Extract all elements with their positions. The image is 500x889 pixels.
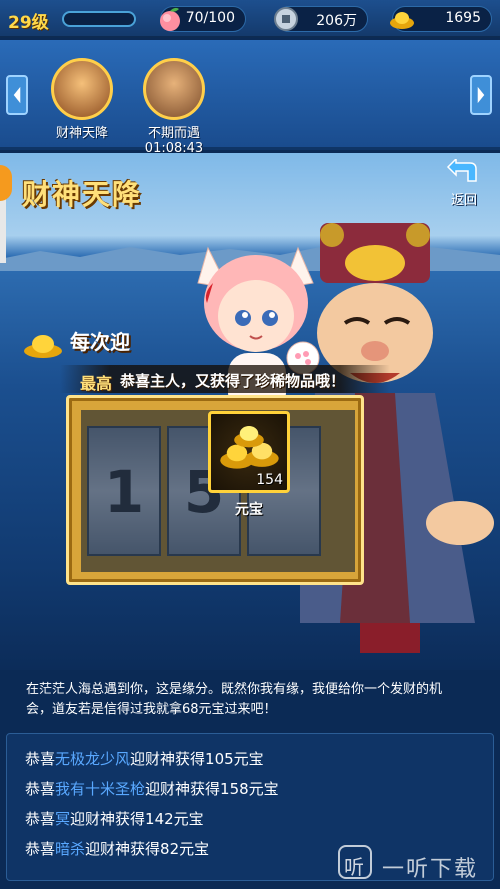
- event-strip: 财神天降 不期而遇 01:08:43: [0, 40, 500, 156]
- watermark: 听 一听下载: [338, 845, 498, 885]
- peach-icon: [160, 7, 180, 31]
- player-name: 无极龙少风: [55, 750, 131, 768]
- stamina-counter[interactable]: 70/100: [160, 6, 246, 32]
- event-tab-encounter[interactable]: 不期而遇 01:08:43: [132, 58, 216, 156]
- list-item: 恭喜冥迎财神获得142元宝: [25, 810, 204, 828]
- reward-name: 元宝: [235, 502, 263, 518]
- list-item: 恭喜暗杀迎财神获得82元宝: [25, 840, 210, 858]
- event-description-panel: 在茫茫人海总遇到你，这是缘分。既然你我有缘，我便给你一个发财的机会，道友若是信得…: [0, 670, 500, 730]
- list-item: 恭喜我有十米圣枪迎财神获得158元宝: [25, 780, 279, 798]
- player-name: 冥: [55, 810, 71, 828]
- encounter-avatar: [143, 58, 205, 120]
- gold-counter[interactable]: 1695: [390, 6, 492, 32]
- reward-item[interactable]: 154: [208, 411, 290, 493]
- chevron-right-icon: [477, 86, 485, 104]
- scroll-right-button[interactable]: [470, 75, 492, 115]
- coin-icon: [274, 7, 298, 31]
- chevron-left-icon: [13, 86, 21, 104]
- top-status-bar: 29级 70/100 206万 1695: [0, 0, 500, 38]
- player-name: 我有十米圣枪: [55, 780, 146, 798]
- gold-ingot-icon: [390, 12, 414, 29]
- promo-headline: 每次迎: [70, 330, 130, 354]
- promo-subhead: 最高: [80, 374, 113, 393]
- page-title: 财神天降: [22, 178, 143, 211]
- ingot-decoration-icon: [24, 335, 62, 358]
- experience-bar: [62, 11, 136, 27]
- coin-counter[interactable]: 206万: [274, 6, 368, 32]
- side-handle: [0, 193, 6, 263]
- scroll-left-button[interactable]: [6, 75, 28, 115]
- event-tab-caishen[interactable]: 财神天降: [40, 58, 124, 141]
- event-description: 在茫茫人海总遇到你，这是缘分。既然你我有缘，我便给你一个发财的机会，道友若是信得…: [26, 682, 443, 717]
- player-name: 暗杀: [55, 840, 86, 858]
- event-scene: 财神天降 返回 每次迎 最高 恭喜主人，又获得了珍稀物品哦！ 154 元宝: [0, 153, 500, 670]
- player-level: 29级: [8, 13, 49, 33]
- return-arrow-icon: [446, 157, 477, 182]
- reward-count: 154: [256, 472, 283, 488]
- reward-congrats-text: 恭喜主人，又获得了珍稀物品哦！: [120, 372, 346, 390]
- watermark-logo-icon: 听: [338, 845, 372, 879]
- back-button[interactable]: 返回: [442, 157, 486, 209]
- caishen-avatar: [51, 58, 113, 120]
- list-item: 恭喜无极龙少风迎财神获得105元宝: [25, 750, 264, 768]
